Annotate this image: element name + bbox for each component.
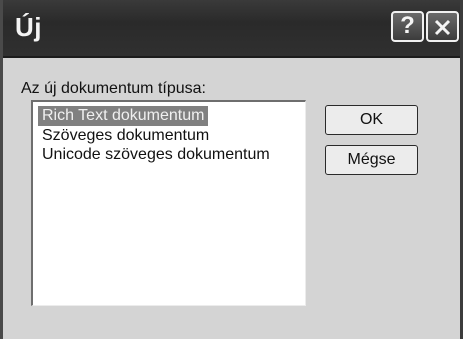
list-item-unicode-text[interactable]: Unicode szöveges dokumentum [38, 145, 274, 165]
title-bar[interactable]: Új ? [3, 0, 460, 58]
help-button[interactable]: ? [391, 11, 424, 42]
document-type-list[interactable]: Rich Text dokumentum Szöveges dokumentum… [31, 100, 306, 306]
close-icon [434, 19, 451, 36]
screen: Új ? Az új dokumentum típusa: Rich Text … [0, 0, 463, 339]
window-title: Új [15, 12, 42, 42]
ok-button[interactable]: OK [325, 105, 418, 135]
cancel-button[interactable]: Mégse [325, 145, 418, 175]
question-mark-icon: ? [400, 12, 415, 39]
list-item-plain-text[interactable]: Szöveges dokumentum [38, 126, 213, 146]
document-type-label: Az új dokumentum típusa: [21, 80, 206, 97]
list-item-rich-text[interactable]: Rich Text dokumentum [38, 106, 209, 126]
new-document-dialog: Új ? Az új dokumentum típusa: Rich Text … [0, 0, 463, 339]
close-button[interactable] [426, 11, 459, 42]
